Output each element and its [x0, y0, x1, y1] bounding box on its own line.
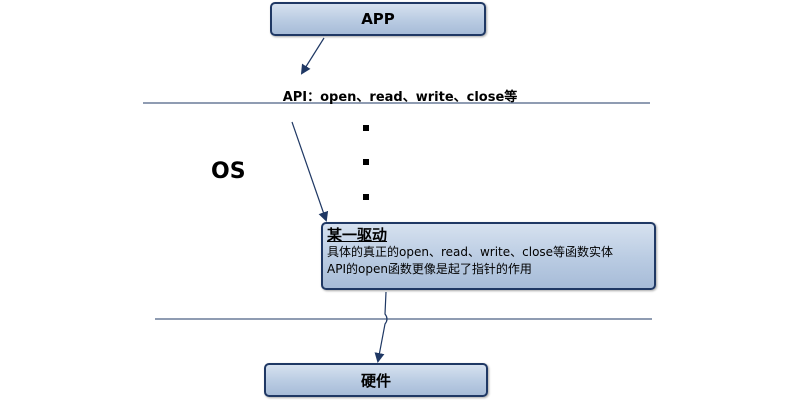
app-box-label: APP	[361, 10, 395, 28]
connector-layer	[143, 37, 652, 363]
api-label: API：open、read、write、close等	[282, 90, 518, 105]
ellipsis-dot	[363, 194, 369, 200]
driver-box-line-2: API的open函数更像是起了指针的作用	[327, 262, 532, 276]
arrow-app-to-api	[300, 37, 325, 75]
hardware-box-label: 硬件	[360, 371, 391, 390]
diagram-canvas: APP API：open、read、write、close等 OS 某一驱动 具…	[0, 0, 800, 400]
driver-box-title: 某一驱动	[327, 226, 388, 244]
ellipsis-dot	[363, 159, 369, 165]
ellipsis-dot	[363, 125, 369, 131]
driver-box-line-1: 具体的真正的open、read、write、close等函数实体	[327, 245, 614, 259]
hardware-box: 硬件	[264, 363, 488, 397]
driver-box: 某一驱动 具体的真正的open、read、write、close等函数实体 AP…	[321, 222, 656, 290]
os-label: OS	[211, 159, 246, 184]
arrow-driver-to-hardware	[374, 291, 388, 363]
arrow-os-to-driver	[291, 121, 329, 222]
app-box: APP	[270, 2, 486, 36]
